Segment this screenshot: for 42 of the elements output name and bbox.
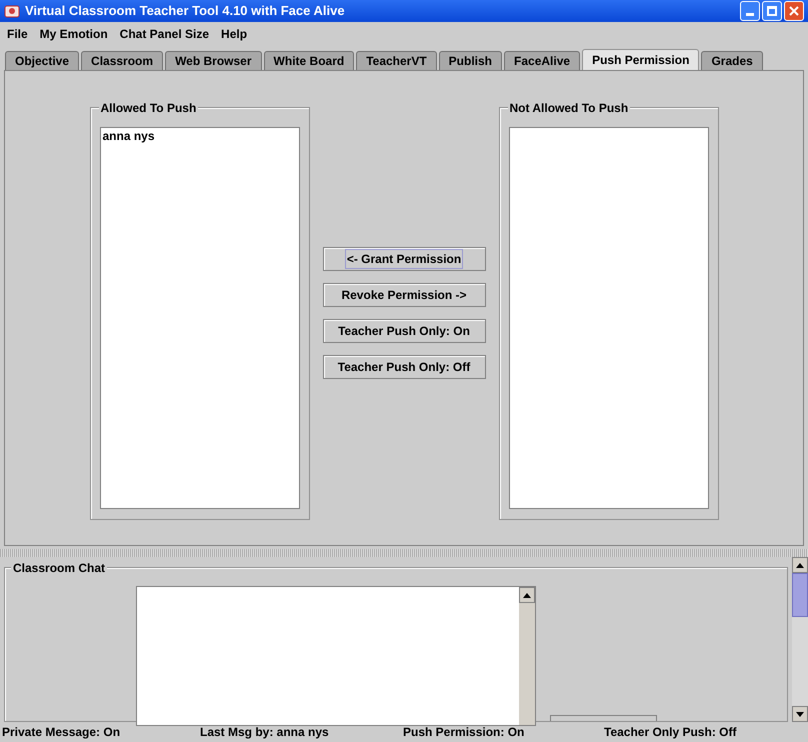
allowed-list[interactable]: anna nys xyxy=(100,127,300,509)
action-button[interactable]: Teacher Push Only: On xyxy=(322,319,486,343)
tab[interactable]: White Board xyxy=(264,51,354,70)
input-field[interactable] xyxy=(550,715,657,721)
status-text: Private Message: On xyxy=(1,724,122,741)
status-text: Last Msg by: anna nys xyxy=(200,724,330,741)
tab[interactable]: Web Browser xyxy=(165,51,262,70)
tab[interactable]: Classroom xyxy=(81,51,164,70)
action-button[interactable]: Revoke Permission -> xyxy=(322,283,486,307)
up-arrow-icon xyxy=(796,562,804,568)
window-title: Virtual Classroom Teacher Tool 4.10 with Face Alive xyxy=(25,2,346,20)
scroll-bar[interactable] xyxy=(519,587,535,725)
group-title: Allowed To Push xyxy=(98,101,198,115)
scroll-button[interactable] xyxy=(519,587,535,603)
tab[interactable]: TeacherVT xyxy=(356,51,437,70)
tab[interactable]: Push Permission xyxy=(582,49,700,70)
menu-item[interactable]: My Emotion xyxy=(34,25,114,43)
minimize-button[interactable] xyxy=(740,1,760,21)
tab[interactable]: Publish xyxy=(438,51,502,70)
maximize-button[interactable] xyxy=(762,1,782,21)
scroll-button[interactable] xyxy=(792,557,808,573)
menu-item[interactable]: Chat Panel Size xyxy=(114,25,216,43)
menu-item[interactable]: File xyxy=(1,25,34,43)
action-button[interactable]: Teacher Push Only: Off xyxy=(322,355,486,379)
scroll-bar[interactable] xyxy=(792,557,808,722)
status-text: Push Permission: On xyxy=(402,724,526,741)
status-text: Teacher Only Push: Off xyxy=(603,724,738,741)
tab[interactable]: Grades xyxy=(701,51,763,70)
scroll-thumb[interactable] xyxy=(792,573,808,617)
menu-item[interactable]: Help xyxy=(215,25,254,43)
scroll-button[interactable] xyxy=(792,706,808,722)
close-icon xyxy=(789,6,799,16)
tab[interactable]: Objective xyxy=(5,51,80,70)
app-icon xyxy=(4,3,20,19)
group-title: Not Allowed To Push xyxy=(508,101,630,115)
close-button[interactable] xyxy=(784,1,804,21)
down-arrow-icon xyxy=(796,712,804,716)
action-button[interactable]: <- Grant Permission xyxy=(322,247,486,271)
list-item[interactable]: anna nys xyxy=(102,129,298,143)
tab[interactable]: FaceAlive xyxy=(504,51,580,70)
up-arrow-icon xyxy=(523,592,531,598)
group-title: Classroom Chat xyxy=(11,561,108,575)
